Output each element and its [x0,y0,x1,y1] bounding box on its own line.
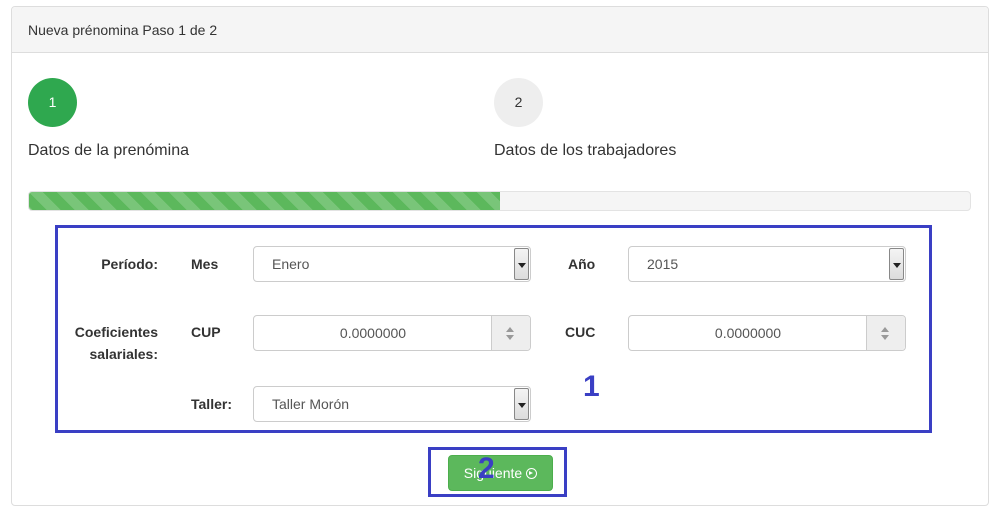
wizard-progress [28,191,971,211]
step-1-indicator[interactable]: 1 [28,78,77,127]
annotation-box-2 [428,447,567,497]
wizard-progress-bar [29,192,500,210]
panel-title: Nueva prénomina Paso 1 de 2 [12,7,988,53]
annotation-number-2: 2 [478,452,495,485]
step-2-indicator[interactable]: 2 [494,78,543,127]
annotation-number-1: 1 [583,370,600,403]
step-1-label: Datos de la prenómina [28,142,189,159]
annotation-box-1 [55,225,932,433]
step-2-label: Datos de los trabajadores [494,142,677,159]
